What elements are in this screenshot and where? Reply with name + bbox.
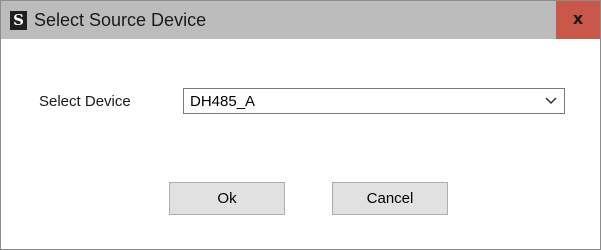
- app-logo-icon: S: [10, 11, 27, 30]
- window-title: Select Source Device: [34, 10, 207, 30]
- select-source-device-dialog: S Select Source Device x Select Device D…: [0, 0, 601, 250]
- chevron-down-icon: [545, 97, 557, 105]
- select-device-label: Select Device: [39, 93, 131, 110]
- close-button[interactable]: x: [556, 1, 600, 39]
- ok-button[interactable]: Ok: [169, 182, 285, 215]
- cancel-button[interactable]: Cancel: [332, 182, 448, 215]
- device-dropdown[interactable]: DH485_A: [183, 88, 565, 114]
- title-bar[interactable]: S Select Source Device x: [1, 1, 600, 39]
- device-dropdown-value: DH485_A: [190, 93, 256, 110]
